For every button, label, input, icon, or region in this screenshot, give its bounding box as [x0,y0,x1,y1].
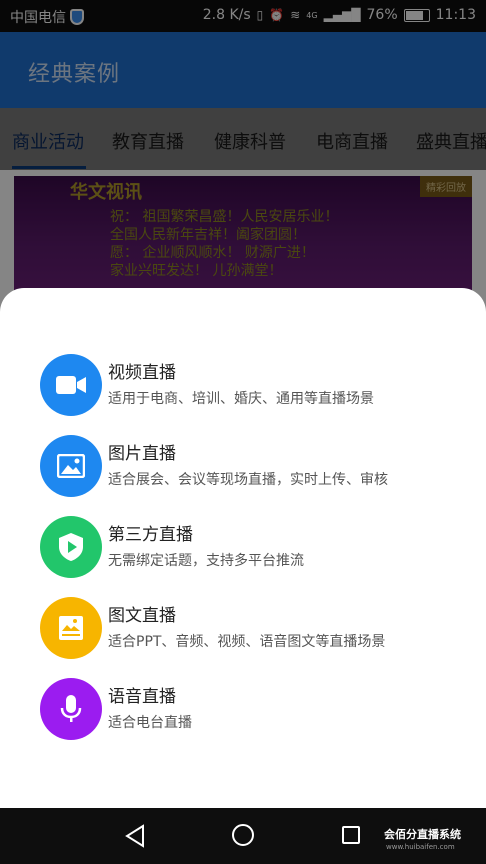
option-title: 语音直播 [108,687,176,707]
watermark-title: 会佰分直播系统 [384,828,461,841]
option-video-live[interactable]: 视频直播 适用于电商、培训、婚庆、通用等直播场景 [40,354,460,416]
option-third-party-live[interactable]: 第三方直播 无需绑定话题，支持多平台推流 [40,516,460,578]
option-picture-text-live[interactable]: 图文直播 适合PPT、音频、视频、语音图文等直播场景 [40,597,460,659]
picture-text-icon [40,597,102,659]
option-image-live[interactable]: 图片直播 适合展会、会议等现场直播，实时上传、审核 [40,435,460,497]
shield-play-icon [40,516,102,578]
option-title: 视频直播 [108,363,176,383]
image-icon [40,435,102,497]
option-title: 图片直播 [108,444,176,464]
video-camera-icon [40,354,102,416]
home-icon[interactable] [232,824,254,846]
option-description: 适合PPT、音频、视频、语音图文等直播场景 [108,634,386,650]
system-nav-bar: 会佰分直播系统 www.huibaifen.com [0,808,486,864]
option-voice-live[interactable]: 语音直播 适合电台直播 [40,678,460,740]
watermark-url: www.huibaifen.com [386,843,455,851]
recent-apps-icon[interactable] [342,826,360,844]
live-type-sheet: 视频直播 适用于电商、培训、婚庆、通用等直播场景 图片直播 适合展会、会议等现场… [0,288,486,808]
microphone-icon [40,678,102,740]
option-title: 第三方直播 [108,525,193,545]
back-icon[interactable] [124,824,146,848]
option-title: 图文直播 [108,606,176,626]
option-description: 适用于电商、培训、婚庆、通用等直播场景 [108,391,374,407]
option-description: 适合展会、会议等现场直播，实时上传、审核 [108,472,388,488]
option-description: 适合电台直播 [108,715,192,731]
option-description: 无需绑定话题，支持多平台推流 [108,553,304,569]
